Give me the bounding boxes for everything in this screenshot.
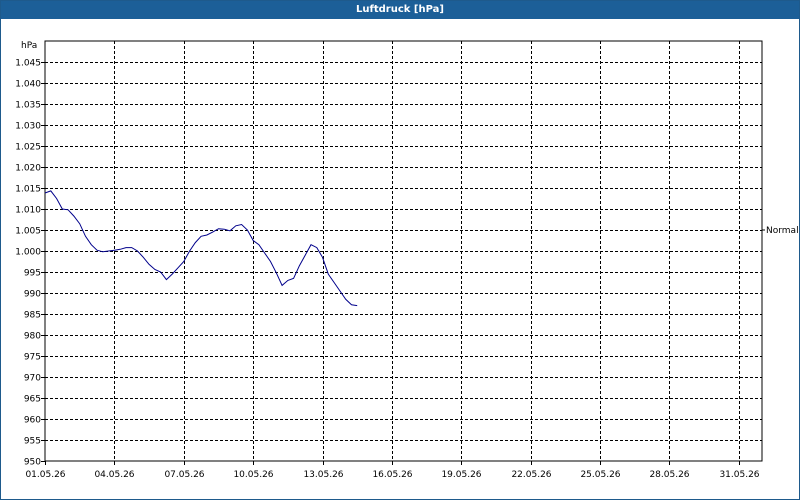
x-tick-label: 04.05.26	[94, 470, 134, 480]
reference-line-label: Normal	[766, 226, 799, 236]
y-tick-label: 1.000	[15, 248, 41, 258]
y-tick-label: 975	[24, 353, 41, 363]
x-tick-label: 07.05.26	[164, 470, 204, 480]
y-tick-label: 965	[24, 395, 41, 405]
y-tick-label: 1.035	[15, 101, 41, 111]
y-tick-label: 990	[24, 290, 41, 300]
pressure-series-line	[44, 190, 358, 307]
y-tick-label: 955	[24, 437, 41, 447]
y-tick-label: 1.015	[15, 185, 41, 195]
y-tick-label: 960	[24, 416, 41, 426]
x-tick-label: 28.05.26	[649, 470, 689, 480]
y-tick-label: 1.030	[15, 122, 41, 132]
y-tick-label: 1.010	[15, 206, 41, 216]
x-tick-label: 13.05.26	[303, 470, 343, 480]
y-tick-label: 1.040	[15, 80, 41, 90]
y-tick-label: 1.020	[15, 164, 41, 174]
y-tick-label: 985	[24, 311, 41, 321]
x-tick-label: 16.05.26	[372, 470, 412, 480]
y-tick-label: 1.025	[15, 143, 41, 153]
y-tick-label: 970	[24, 374, 41, 384]
pressure-chart: hPa 950 955 960 965 970 975 980 985 990 995 1.000 1…	[15, 40, 799, 480]
y-tick-label: 995	[24, 269, 41, 279]
y-tick-label: 980	[24, 332, 41, 342]
y-tick-label: 1.045	[15, 59, 41, 69]
x-tick-label: 22.05.26	[511, 470, 551, 480]
x-tick-label: 31.05.26	[719, 470, 759, 480]
y-tick-label: 1.005	[15, 227, 41, 237]
chart-window: Luftdruck [hPa] hPa 950 955 960 965 970 975 98…	[0, 0, 800, 500]
x-tick-label: 10.05.26	[233, 470, 273, 480]
y-tick-label: 950	[24, 458, 41, 468]
y-axis-label: hPa	[21, 41, 37, 51]
x-tick-label: 19.05.26	[441, 470, 481, 480]
x-tick-label: 25.05.26	[580, 470, 620, 480]
x-tick-label: 01.05.26	[25, 470, 65, 480]
